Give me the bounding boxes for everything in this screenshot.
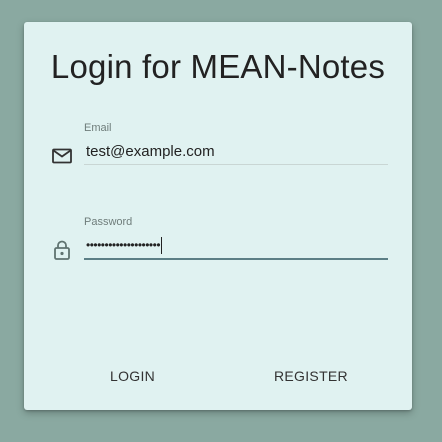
password-label: Password <box>84 216 133 228</box>
password-underline <box>84 258 388 260</box>
email-label: Email <box>84 122 112 134</box>
login-card: Login for MEAN-Notes Email Password ••••… <box>24 22 412 410</box>
page-title: Login for MEAN-Notes <box>50 48 386 85</box>
password-masked-value: •••••••••••••••••••• <box>86 238 161 252</box>
email-underline <box>84 164 388 165</box>
password-input[interactable]: •••••••••••••••••••• <box>84 232 388 258</box>
text-caret <box>161 236 163 254</box>
lock-icon <box>50 238 74 262</box>
email-input[interactable] <box>84 138 388 164</box>
mail-icon <box>50 144 74 168</box>
login-button[interactable]: LOGIN <box>100 358 165 394</box>
register-button[interactable]: REGISTER <box>264 358 358 394</box>
